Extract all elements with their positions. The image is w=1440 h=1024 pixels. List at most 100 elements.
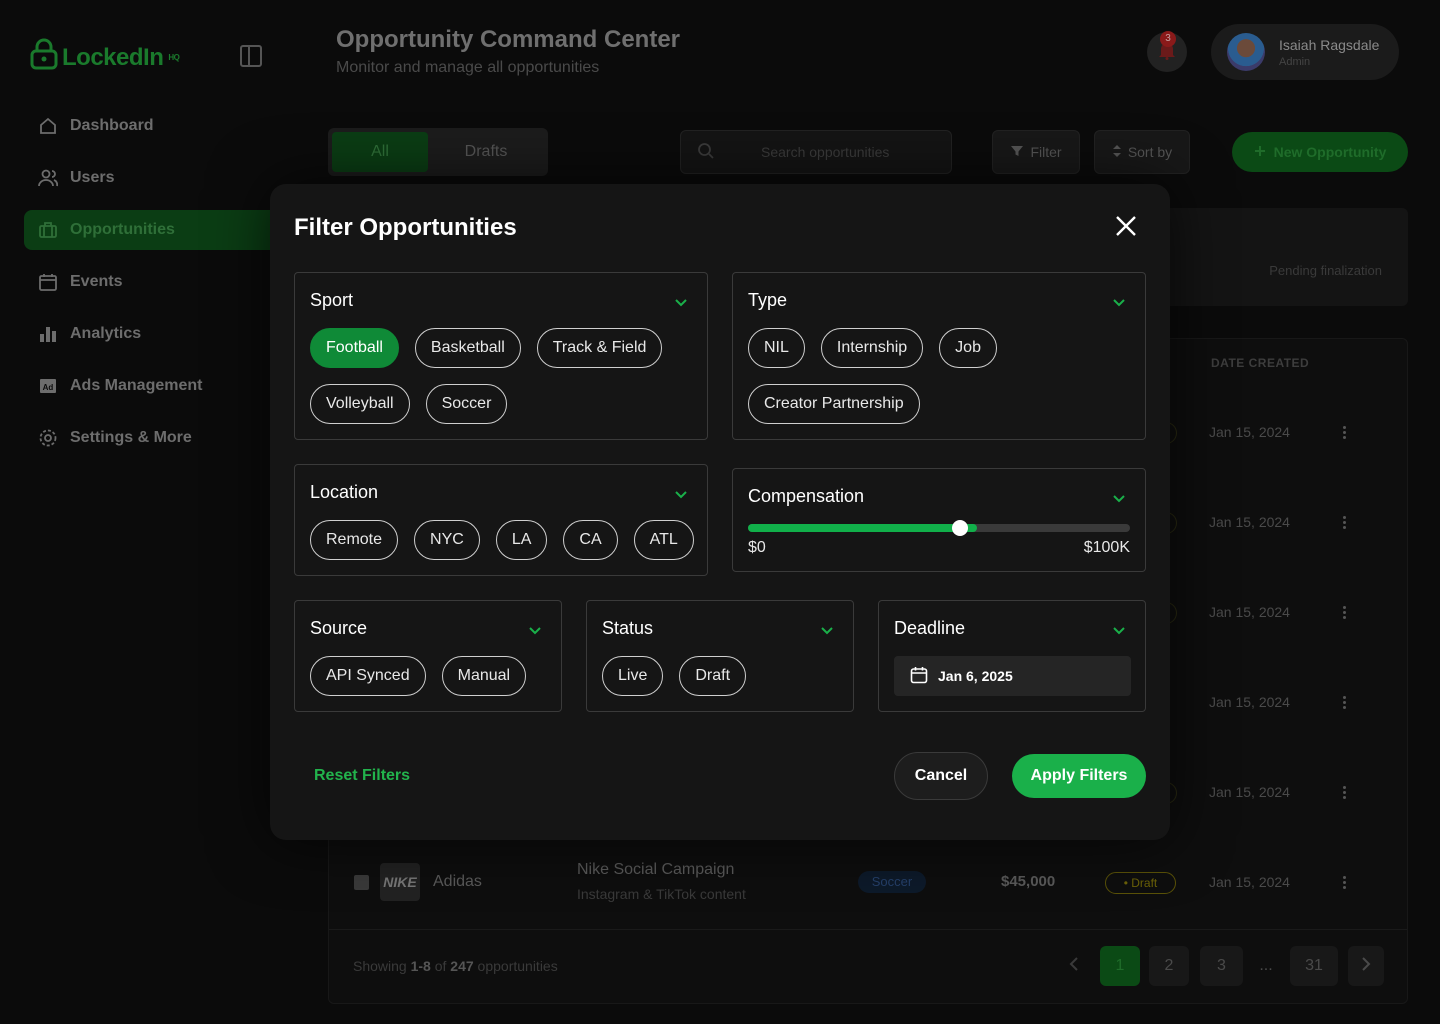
stat-card-text: Pending finalization: [1269, 263, 1382, 278]
row-menu-icon[interactable]: [1343, 696, 1347, 709]
bar-chart-icon: [38, 324, 58, 344]
reset-filters-link[interactable]: Reset Filters: [314, 767, 410, 785]
sidebar-item-label: Users: [70, 169, 115, 186]
plus-icon: [1254, 144, 1266, 160]
sidebar-item-opportunities[interactable]: Opportunities: [24, 210, 296, 250]
search-placeholder: Search opportunities: [761, 144, 890, 160]
chevron-down-icon[interactable]: [529, 623, 541, 635]
sidebar: LockedIn HQ Dashboard Users Opportunities…: [0, 0, 296, 1024]
chevron-down-icon[interactable]: [1113, 623, 1125, 635]
chevron-down-icon[interactable]: [1113, 491, 1125, 503]
status-option-live[interactable]: Live: [602, 656, 664, 696]
pagination-page-last[interactable]: 31: [1290, 946, 1338, 986]
location-options: Remote NYC LA CA ATL: [310, 520, 706, 560]
type-filter-panel: Type NIL Internship Job Creator Partners…: [732, 272, 1146, 440]
sport-tag: Soccer: [858, 871, 926, 893]
status-option-draft[interactable]: Draft: [679, 656, 747, 696]
status-filter-label: Status: [602, 618, 654, 638]
sort-label: Sort by: [1127, 144, 1173, 160]
app-root: LockedIn HQ Dashboard Users Opportunities…: [0, 0, 1440, 1024]
sidebar-collapse-icon[interactable]: [240, 45, 262, 67]
sidebar-item-label: Events: [70, 273, 123, 290]
notification-badge: 3: [1160, 31, 1176, 47]
deadline-date-input[interactable]: Jan 6, 2025: [894, 656, 1131, 696]
compensation-slider[interactable]: [748, 520, 1130, 536]
tab-drafts[interactable]: Drafts: [428, 132, 544, 172]
location-option-remote[interactable]: Remote: [310, 520, 399, 560]
location-option-atl[interactable]: ATL: [633, 520, 694, 560]
pagination-prev-button[interactable]: [1056, 946, 1092, 986]
chevron-down-icon[interactable]: [675, 295, 687, 307]
date-cell: Jan 15, 2024: [1209, 694, 1290, 710]
row-menu-icon[interactable]: [1343, 786, 1347, 799]
pagination-ellipsis: ...: [1259, 957, 1273, 974]
chevron-down-icon[interactable]: [821, 623, 833, 635]
compensation-max-label: $100K: [1083, 539, 1130, 556]
showing-suffix: opportunities: [477, 958, 558, 974]
gear-icon: [38, 428, 58, 448]
location-option-ca[interactable]: CA: [563, 520, 618, 560]
opportunity-title[interactable]: Nike Social Campaign: [577, 861, 734, 879]
tab-all[interactable]: All: [332, 132, 428, 172]
row-menu-icon[interactable]: [1343, 426, 1347, 439]
pagination-next-button[interactable]: [1348, 946, 1384, 986]
sport-option-football[interactable]: Football: [310, 328, 399, 368]
apply-filters-button[interactable]: Apply Filters: [1012, 754, 1146, 798]
sidebar-item-ads-management[interactable]: Ad Ads Management: [24, 366, 296, 406]
location-option-la[interactable]: LA: [495, 520, 548, 560]
filter-button[interactable]: Filter: [992, 130, 1080, 174]
sidebar-item-analytics[interactable]: Analytics: [24, 314, 296, 354]
location-option-nyc[interactable]: NYC: [414, 520, 480, 560]
sport-option-volleyball[interactable]: Volleyball: [310, 384, 410, 424]
row-menu-icon[interactable]: [1343, 876, 1347, 889]
filter-label: Filter: [1030, 144, 1062, 160]
showing-range: 1-8: [410, 958, 431, 974]
column-header-date-created[interactable]: DATE CREATED: [1211, 356, 1309, 370]
type-option-internship[interactable]: Internship: [820, 328, 924, 368]
source-option-manual[interactable]: Manual: [441, 656, 527, 696]
source-filter-label: Source: [310, 618, 368, 638]
cancel-button[interactable]: Cancel: [894, 752, 988, 800]
type-option-creator-partnership[interactable]: Creator Partnership: [748, 384, 920, 424]
sidebar-item-events[interactable]: Events: [24, 262, 296, 302]
type-options: NIL Internship Job Creator Partnership: [748, 328, 1048, 424]
deadline-filter-label: Deadline: [894, 618, 966, 638]
pagination-page-3[interactable]: 3: [1200, 946, 1243, 986]
sport-option-track-field[interactable]: Track & Field: [536, 328, 663, 368]
close-button[interactable]: [1112, 214, 1140, 242]
row-checkbox[interactable]: [354, 875, 369, 890]
ad-icon: Ad: [38, 376, 58, 396]
sport-option-basketball[interactable]: Basketball: [414, 328, 521, 368]
compensation-amount: $45,000: [1001, 873, 1056, 890]
logo[interactable]: LockedIn HQ: [30, 38, 180, 77]
compensation-filter-label: Compensation: [748, 486, 865, 506]
filter-modal: Filter Opportunities Sport Football Bask…: [270, 184, 1170, 840]
sidebar-item-users[interactable]: Users: [24, 158, 296, 198]
sidebar-item-dashboard[interactable]: Dashboard: [24, 106, 296, 146]
status-options: Live Draft: [602, 656, 852, 696]
sort-icon: [1112, 144, 1122, 161]
chevron-down-icon[interactable]: [675, 487, 687, 499]
pagination-page-1[interactable]: 1: [1100, 946, 1140, 986]
brand-name: Adidas: [433, 873, 482, 890]
compensation-min-label: $0: [748, 539, 766, 556]
user-info: Isaiah Ragsdale Admin: [1279, 37, 1379, 68]
sort-button[interactable]: Sort by: [1094, 130, 1190, 174]
row-menu-icon[interactable]: [1343, 606, 1347, 619]
chevron-down-icon[interactable]: [1113, 295, 1125, 307]
row-menu-icon[interactable]: [1343, 516, 1347, 529]
sidebar-item-settings[interactable]: Settings & More: [24, 418, 296, 458]
compensation-slider-fill: [748, 524, 978, 532]
source-option-api-synced[interactable]: API Synced: [310, 656, 426, 696]
search-input[interactable]: Search opportunities: [680, 130, 952, 174]
new-opportunity-button[interactable]: New Opportunity: [1232, 132, 1408, 172]
briefcase-icon: [38, 220, 58, 240]
type-option-nil[interactable]: NIL: [748, 328, 805, 368]
status-badge-label: Draft: [1131, 876, 1158, 890]
user-profile[interactable]: Isaiah Ragsdale Admin: [1211, 24, 1399, 80]
sport-option-soccer[interactable]: Soccer: [425, 384, 508, 424]
compensation-slider-handle[interactable]: [952, 520, 968, 536]
deadline-date-value: Jan 6, 2025: [938, 668, 1013, 684]
pagination-page-2[interactable]: 2: [1149, 946, 1189, 986]
type-option-job[interactable]: Job: [939, 328, 997, 368]
